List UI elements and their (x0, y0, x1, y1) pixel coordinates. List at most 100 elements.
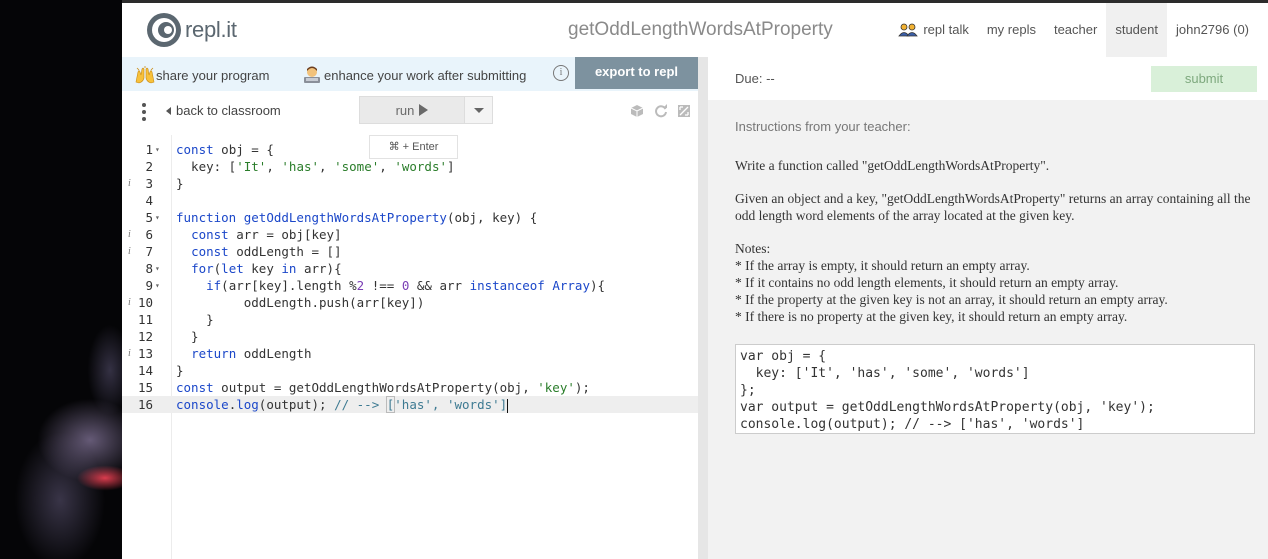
code-text: const oddLength = [] (191, 244, 342, 259)
line-number: 12 (137, 329, 153, 344)
line-number: 3 (145, 176, 153, 191)
top-header: repl.it getOddLengthWordsAtProperty repl… (122, 3, 1268, 57)
notes-title: Notes: (735, 241, 771, 256)
run-label: run (395, 102, 415, 118)
code-line[interactable]: 11 } (122, 311, 698, 328)
line-number: 6 (145, 227, 153, 242)
code-line[interactable]: 5 ▾ function getOddLengthWordsAtProperty(o… (122, 209, 698, 226)
code-line[interactable]: i 3} (122, 175, 698, 192)
code-text: } (176, 329, 199, 344)
run-shortcut-tooltip: ⌘ + Enter (369, 135, 458, 159)
nav-teacher[interactable]: teacher (1045, 3, 1106, 57)
code-text: if(arr[key].length %2 !== 0 && arr insta… (206, 278, 606, 293)
line-number: 2 (145, 159, 153, 174)
pane-divider[interactable] (698, 57, 708, 559)
refresh-icon[interactable] (654, 104, 668, 118)
code-line[interactable]: 4 (122, 192, 698, 209)
line-number: 14 (137, 363, 153, 378)
code-line[interactable]: 14} (122, 362, 698, 379)
instructions-text: Write a function called "getOddLengthWor… (735, 157, 1255, 325)
assignment-pane: Due: -- submit Instructions from your te… (708, 57, 1268, 559)
play-icon (419, 104, 429, 116)
line-number: 11 (137, 312, 153, 327)
editor-pane: share your program enhance your work aft… (122, 57, 698, 559)
logo-text: repl.it (185, 17, 237, 42)
code-line[interactable]: 15 const output = getOddLengthWordsAtProp… (122, 379, 698, 396)
note-item: * If the property at the given key is no… (735, 292, 1168, 307)
submit-button[interactable]: submit (1151, 66, 1257, 92)
export-to-repl-button[interactable]: export to repl (575, 57, 698, 89)
fold-toggle-icon[interactable]: ▾ (155, 141, 160, 158)
info-icon[interactable]: i (553, 65, 569, 81)
code-text: const obj = { (176, 142, 274, 157)
code-text: return oddLength (191, 346, 312, 361)
code-line[interactable]: i6 const arr = obj[key] (122, 226, 698, 243)
instructions-heading: Instructions from your teacher: (735, 119, 911, 134)
line-number: 15 (137, 380, 153, 395)
package-icon[interactable] (630, 104, 644, 118)
fold-toggle-icon[interactable]: ▾ (155, 209, 160, 226)
technologist-icon (304, 66, 320, 83)
main-nav: repl talk my repls teacher student john2… (888, 3, 1268, 57)
people-icon (898, 23, 919, 37)
code-line[interactable]: 12 } (122, 328, 698, 345)
example-code-block: var obj = { key: ['It', 'has', 'some', '… (735, 344, 1255, 434)
nav-my-repls[interactable]: my repls (978, 3, 1045, 57)
share-banner: share your program enhance your work aft… (122, 57, 698, 91)
code-text: function getOddLengthWordsAtProperty(obj… (176, 210, 538, 225)
repl-logo-icon (147, 13, 181, 47)
run-options-dropdown[interactable] (465, 96, 493, 124)
enhance-work-link[interactable]: enhance your work after submitting (302, 66, 526, 84)
more-vertical-icon[interactable] (139, 102, 149, 122)
nav-repl-talk[interactable]: repl talk (888, 3, 978, 57)
line-number: 10 (137, 295, 153, 310)
code-line[interactable]: 16 console.log(output); // --> ['has', 'w… (122, 396, 698, 413)
note-item: * If there is no property at the given k… (735, 309, 1128, 324)
line-number: 16 (137, 397, 153, 412)
code-text: key: ['It', 'has', 'some', 'words'] (176, 159, 455, 174)
nav-user-account[interactable]: john2796 (0) (1167, 3, 1268, 57)
project-title: getOddLengthWordsAtProperty (568, 19, 833, 40)
code-text: console.log(output); // --> ['has', 'wor… (176, 396, 509, 413)
back-to-classroom-link[interactable]: back to classroom (166, 103, 281, 118)
code-line[interactable]: i 13 return oddLength (122, 345, 698, 362)
share-program-label: share your program (156, 67, 270, 83)
code-line[interactable]: i 10 oddLength.push(arr[key]) (122, 294, 698, 311)
code-line[interactable]: 2 key: ['It', 'has', 'some', 'words'] (122, 158, 698, 175)
run-button[interactable]: run (359, 96, 465, 124)
raised-hands-icon (135, 66, 155, 84)
code-text: const output = getOddLengthWordsAtProper… (176, 380, 590, 395)
run-controls: run (359, 96, 493, 124)
fold-toggle-icon[interactable]: ▾ (155, 277, 160, 294)
enhance-work-label: enhance your work after submitting (324, 67, 527, 83)
note-item: * If it contains no odd length elements,… (735, 275, 1119, 290)
maximize-icon[interactable] (677, 104, 691, 118)
code-text: oddLength.push(arr[key]) (176, 295, 425, 310)
code-text: } (176, 312, 214, 327)
code-line[interactable]: 8 ▾ for(let key in arr){ (122, 260, 698, 277)
nav-student[interactable]: student (1106, 3, 1167, 57)
instructions-paragraph: Given an object and a key, "getOddLength… (735, 191, 1251, 223)
back-arrow-icon (166, 106, 171, 115)
code-text: } (176, 363, 184, 378)
due-date-label: Due: -- (735, 71, 775, 86)
line-number: 4 (145, 193, 153, 208)
line-number: 1 (145, 142, 153, 157)
back-to-classroom-label: back to classroom (176, 103, 281, 118)
line-number: 5 (145, 210, 153, 225)
repl-logo[interactable]: repl.it (146, 12, 237, 48)
instructions-paragraph: Write a function called "getOddLengthWor… (735, 158, 1050, 173)
fold-toggle-icon[interactable]: ▾ (155, 260, 160, 277)
line-number: 13 (137, 346, 153, 361)
nav-repl-talk-label: repl talk (923, 22, 969, 37)
chevron-down-icon (473, 107, 484, 113)
line-number: 7 (145, 244, 153, 259)
code-line[interactable]: 9 ▾ if(arr[key].length %2 !== 0 && arr in… (122, 277, 698, 294)
code-editor[interactable]: 1 ▾ const obj = {2 key: ['It', 'has', 'som… (122, 135, 698, 559)
code-line[interactable]: i7 const oddLength = [] (122, 243, 698, 260)
note-item: * If the array is empty, it should retur… (735, 258, 1030, 273)
code-text: const arr = obj[key] (191, 227, 342, 242)
line-number: 9 (145, 278, 153, 293)
editor-toolbar: back to classroom run (122, 91, 698, 135)
share-program-link[interactable]: share your program (134, 66, 269, 84)
